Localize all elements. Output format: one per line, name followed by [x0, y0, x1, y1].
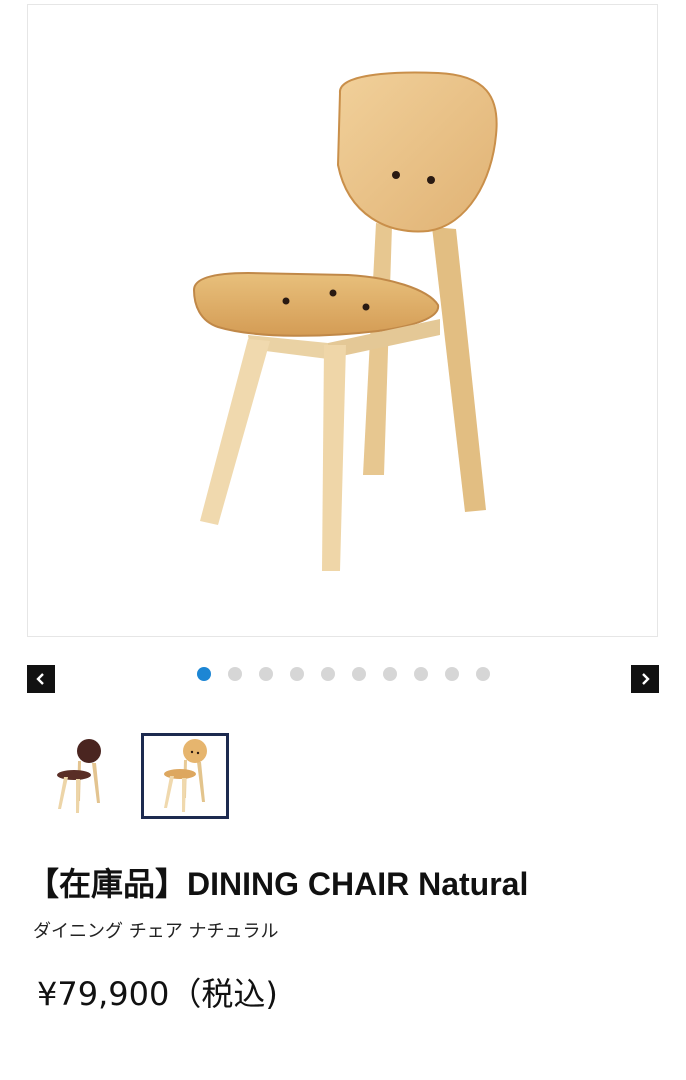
carousel-dot-4[interactable]: [290, 667, 304, 681]
chevron-left-icon: [36, 673, 44, 685]
natural-chair-thumbnail-image: [164, 739, 207, 812]
carousel-dot-1[interactable]: [197, 667, 211, 681]
carousel-dot-10[interactable]: [476, 667, 490, 681]
product-main-image[interactable]: [27, 4, 658, 637]
carousel-dot-3[interactable]: [259, 667, 273, 681]
carousel-dot-9[interactable]: [445, 667, 459, 681]
dark-chair-thumbnail-image: [57, 739, 101, 813]
carousel-prev-button[interactable]: [27, 665, 55, 693]
thumbnail-dark-chair[interactable]: [34, 733, 122, 819]
product-subtitle: ダイニング チェア ナチュラル: [33, 921, 279, 942]
carousel-next-button[interactable]: [631, 665, 659, 693]
carousel-pagination: [197, 667, 490, 681]
carousel-dot-6[interactable]: [352, 667, 366, 681]
carousel-dot-7[interactable]: [383, 667, 397, 681]
chevron-right-icon: [642, 673, 650, 685]
product-title: 【在庫品】DINING CHAIR Natural: [27, 866, 529, 902]
product-price: ¥79,900（税込): [37, 975, 278, 1013]
carousel-dot-8[interactable]: [414, 667, 428, 681]
chair-illustration: [192, 71, 498, 571]
carousel-dot-2[interactable]: [228, 667, 242, 681]
thumbnail-natural-chair[interactable]: [141, 733, 229, 819]
carousel-dot-5[interactable]: [321, 667, 335, 681]
